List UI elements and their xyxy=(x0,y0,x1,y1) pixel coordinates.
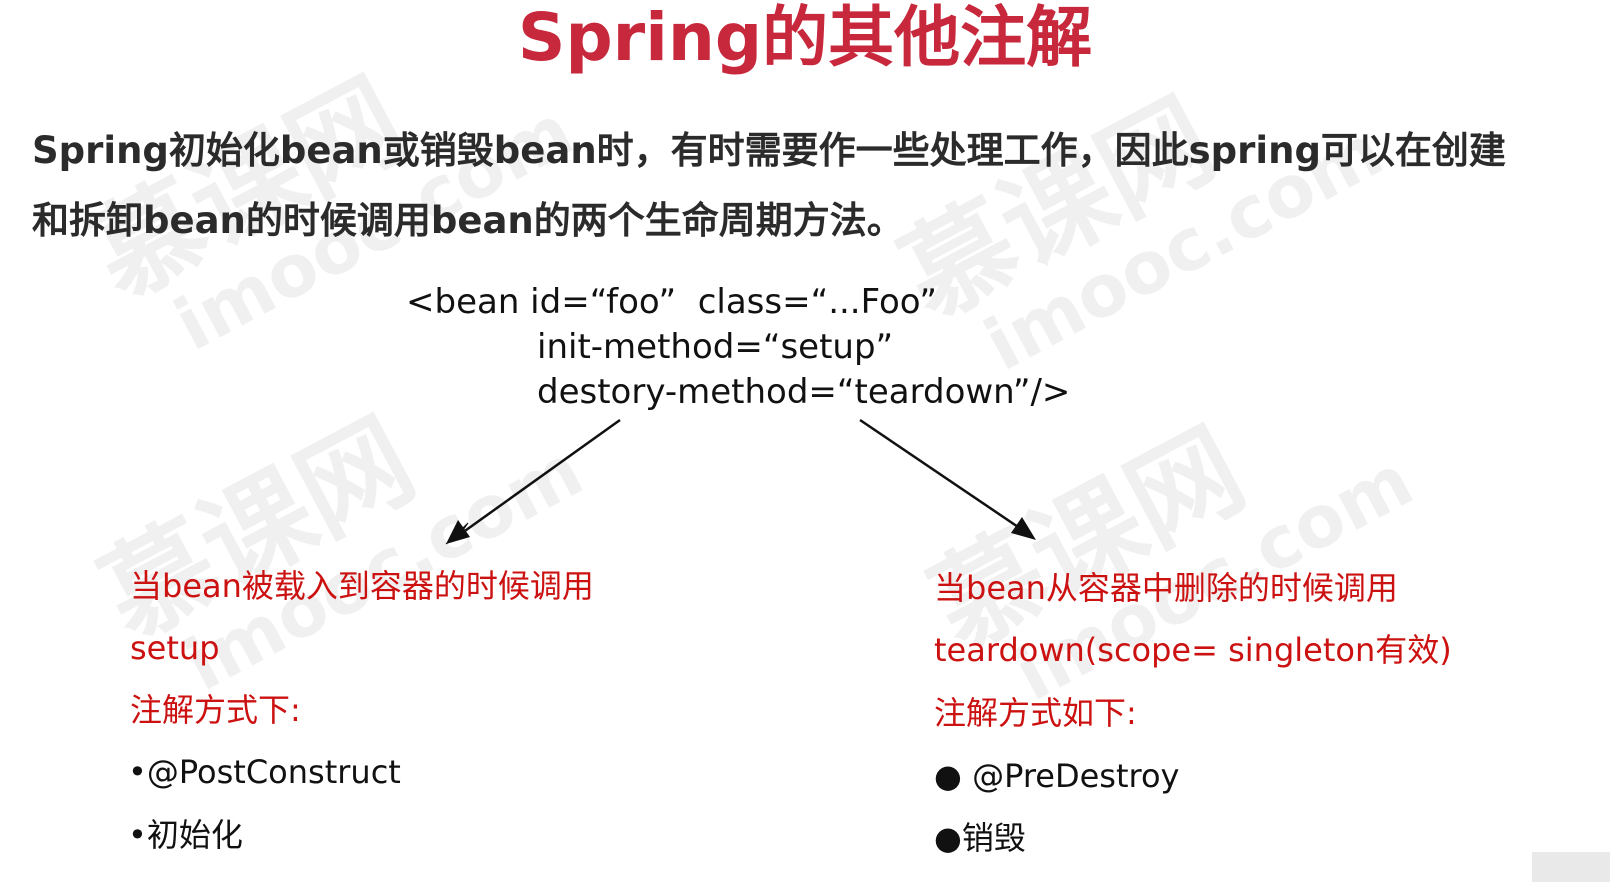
arrow-left xyxy=(454,418,621,540)
left-desc: 当bean被载入到容器的时候调用 xyxy=(130,567,594,605)
left-meaning: •初始化 xyxy=(128,816,243,854)
right-annotation-heading: 注解方式如下: xyxy=(934,694,1137,732)
right-method: teardown(scope= singleton有效) xyxy=(934,631,1452,669)
right-annotation: ● @PreDestroy xyxy=(934,757,1180,795)
arrows xyxy=(445,418,1036,545)
corner-bar xyxy=(1532,852,1610,882)
left-annotation: •@PostConstruct xyxy=(128,753,401,791)
right-desc: 当bean从容器中删除的时候调用 xyxy=(934,569,1398,607)
right-meaning: ●销毁 xyxy=(934,819,1026,857)
left-annotation-heading: 注解方式下: xyxy=(130,691,301,729)
left-method: setup xyxy=(130,629,220,667)
arrow-right-head xyxy=(1011,517,1036,540)
arrow-right xyxy=(859,418,1028,535)
